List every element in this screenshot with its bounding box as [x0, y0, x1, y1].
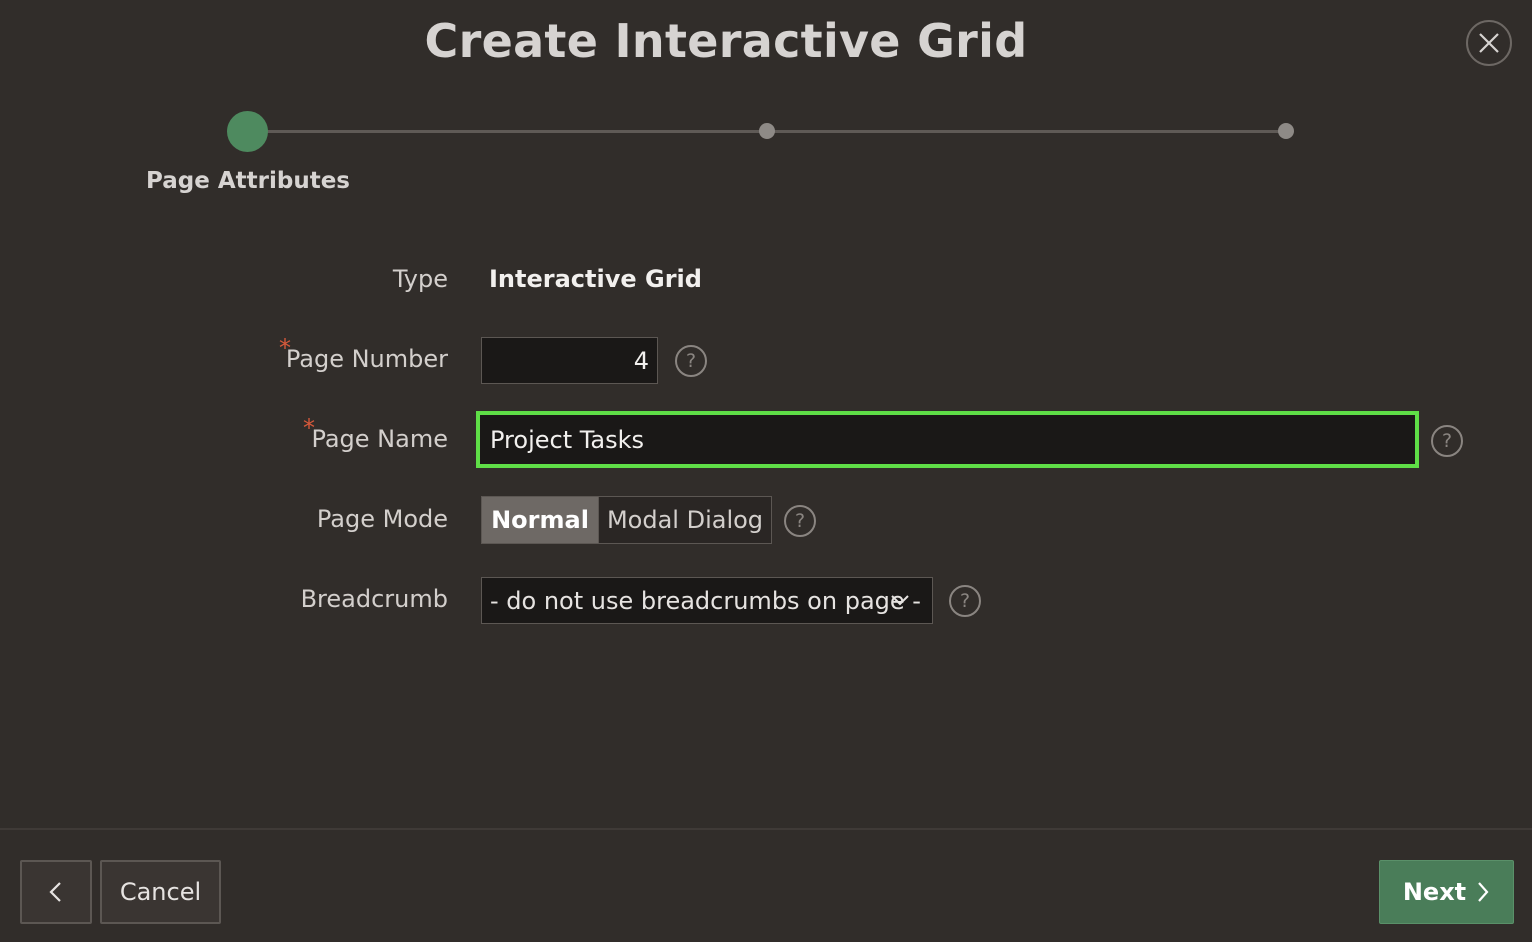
create-interactive-grid-dialog: Create Interactive Grid Page Attributes …: [0, 0, 1532, 942]
page-mode-help-icon[interactable]: ?: [784, 505, 816, 537]
help-glyph: ?: [959, 590, 971, 612]
dialog-title: Create Interactive Grid: [424, 14, 1028, 68]
page-mode-label: Page Mode: [316, 505, 448, 533]
page-mode-normal-option[interactable]: Normal: [482, 497, 598, 543]
page-name-input[interactable]: Project Tasks: [476, 411, 1419, 468]
wizard-step-2-marker: [759, 123, 775, 139]
close-icon: [1479, 33, 1499, 53]
wizard-step-label: Page Attributes: [146, 168, 350, 194]
chevron-right-icon: [1478, 882, 1489, 902]
breadcrumb-select[interactable]: - do not use breadcrumbs on page -: [481, 577, 933, 624]
back-button[interactable]: [20, 860, 92, 924]
footer-divider: [0, 828, 1532, 830]
page-mode-modal-dialog-option[interactable]: Modal Dialog: [598, 497, 771, 543]
page-number-label: Page Number: [285, 345, 448, 373]
type-value: Interactive Grid: [489, 265, 702, 293]
cancel-button-label: Cancel: [119, 878, 202, 906]
page-number-input[interactable]: 4: [481, 337, 658, 384]
breadcrumb-selected-value: - do not use breadcrumbs on page -: [490, 586, 921, 615]
breadcrumb-label: Breadcrumb: [300, 585, 448, 613]
chevron-left-icon: [49, 882, 61, 902]
close-button[interactable]: [1466, 20, 1512, 66]
cancel-button[interactable]: Cancel: [100, 860, 221, 924]
page-number-value: 4: [633, 346, 649, 375]
type-label: Type: [392, 265, 448, 293]
breadcrumb-help-icon[interactable]: ?: [949, 585, 981, 617]
next-button-label: Next: [1402, 878, 1467, 906]
page-number-help-icon[interactable]: ?: [675, 345, 707, 377]
page-name-help-icon[interactable]: ?: [1431, 425, 1463, 457]
page-name-value: Project Tasks: [490, 425, 645, 454]
chevron-down-icon: [891, 595, 909, 606]
wizard-step-3-marker: [1278, 123, 1294, 139]
page-name-label: Page Name: [311, 425, 448, 453]
help-glyph: ?: [1441, 430, 1453, 452]
wizard-step-1-marker: [227, 111, 268, 152]
next-button[interactable]: Next: [1379, 860, 1514, 924]
page-mode-toggle-group: Normal Modal Dialog: [481, 496, 772, 544]
help-glyph: ?: [685, 350, 697, 372]
help-glyph: ?: [794, 510, 806, 532]
